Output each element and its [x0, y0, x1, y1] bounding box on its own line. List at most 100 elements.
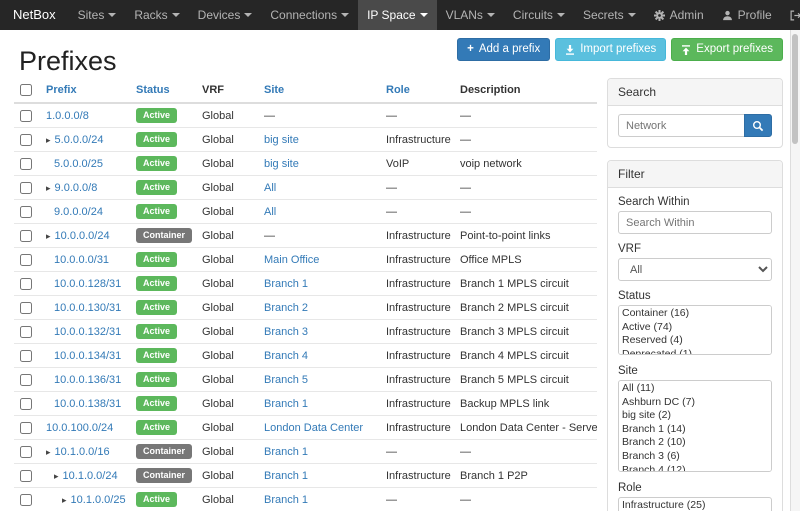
filter-option[interactable]: Deprecated (1): [620, 348, 770, 355]
site-link[interactable]: Branch 1: [264, 398, 308, 410]
filter-option[interactable]: All (11): [620, 382, 770, 396]
nav-item-devices[interactable]: Devices: [189, 0, 262, 30]
row-checkbox[interactable]: [20, 302, 32, 314]
filter-option[interactable]: Active (74): [620, 321, 770, 335]
prefix-link[interactable]: 10.0.0.134/31: [54, 350, 121, 362]
nav-item-secrets[interactable]: Secrets: [574, 0, 645, 30]
prefix-link[interactable]: 10.0.0.128/31: [54, 278, 121, 290]
row-checkbox[interactable]: [20, 206, 32, 218]
export-prefixes-button[interactable]: Export prefixes: [671, 38, 783, 61]
status-badge: Container: [136, 444, 192, 459]
column-header-site[interactable]: Site: [260, 78, 382, 103]
site-link[interactable]: Branch 3: [264, 326, 308, 338]
search-button[interactable]: [744, 114, 772, 137]
site-link[interactable]: big site: [264, 158, 299, 170]
site-filter-select[interactable]: All (11)Ashburn DC (7)big site (2)Branch…: [618, 380, 772, 472]
filter-option[interactable]: Branch 2 (10): [620, 436, 770, 450]
export-icon: [681, 45, 691, 55]
brand-link[interactable]: NetBox: [0, 0, 69, 30]
filter-option[interactable]: Container (16): [620, 307, 770, 321]
import-prefixes-button[interactable]: Import prefixes: [555, 38, 666, 61]
filter-option[interactable]: Infrastructure (25): [620, 499, 770, 511]
row-select-cell: [14, 152, 42, 176]
prefix-link[interactable]: 5.0.0.0/25: [54, 158, 103, 170]
row-checkbox[interactable]: [20, 470, 32, 482]
prefix-link[interactable]: 10.1.0.0/25: [71, 494, 126, 506]
site-link[interactable]: Branch 4: [264, 350, 308, 362]
site-link[interactable]: Branch 1: [264, 278, 308, 290]
filter-option[interactable]: Branch 3 (6): [620, 450, 770, 464]
site-link[interactable]: Branch 5: [264, 374, 308, 386]
prefix-link[interactable]: 10.0.0.0/24: [55, 230, 110, 242]
row-checkbox[interactable]: [20, 134, 32, 146]
filter-option[interactable]: Branch 4 (12): [620, 464, 770, 472]
row-checkbox[interactable]: [20, 182, 32, 194]
site-link[interactable]: Branch 2: [264, 302, 308, 314]
prefix-link[interactable]: 10.0.0.0/31: [54, 254, 109, 266]
filter-option[interactable]: big site (2): [620, 409, 770, 423]
button-label: Import prefixes: [580, 43, 656, 56]
nav-item-racks[interactable]: Racks: [125, 0, 188, 30]
row-checkbox[interactable]: [20, 158, 32, 170]
row-checkbox[interactable]: [20, 398, 32, 410]
row-checkbox[interactable]: [20, 374, 32, 386]
row-checkbox[interactable]: [20, 230, 32, 242]
site-link[interactable]: Main Office: [264, 254, 319, 266]
row-checkbox[interactable]: [20, 278, 32, 290]
row-checkbox[interactable]: [20, 446, 32, 458]
prefix-link[interactable]: 1.0.0.0/8: [46, 110, 89, 122]
nav-item-vlans[interactable]: VLANs: [437, 0, 504, 30]
page-scrollbar[interactable]: [790, 30, 800, 511]
prefix-link[interactable]: 5.0.0.0/24: [55, 134, 104, 146]
site-link[interactable]: All: [264, 182, 276, 194]
add-prefix-button[interactable]: + Add a prefix: [457, 38, 550, 61]
nav-item-circuits[interactable]: Circuits: [504, 0, 574, 30]
role-filter-select[interactable]: Infrastructure (25)Management (8)Private…: [618, 497, 772, 511]
filter-option[interactable]: Branch 1 (14): [620, 423, 770, 437]
column-header-status[interactable]: Status: [132, 78, 198, 103]
prefix-link[interactable]: 10.1.0.0/16: [55, 446, 110, 458]
nav-item-sites[interactable]: Sites: [69, 0, 126, 30]
filter-option[interactable]: Reserved (4): [620, 334, 770, 348]
site-link[interactable]: big site: [264, 134, 299, 146]
prefix-link[interactable]: 10.0.0.136/31: [54, 374, 121, 386]
search-within-input[interactable]: [618, 211, 772, 234]
scrollbar-thumb[interactable]: [792, 34, 798, 144]
site-link[interactable]: Branch 1: [264, 446, 308, 458]
row-checkbox[interactable]: [20, 110, 32, 122]
row-checkbox[interactable]: [20, 254, 32, 266]
search-panel: Search: [607, 78, 783, 148]
expand-caret-icon: ▸: [62, 495, 67, 505]
filter-option[interactable]: Ashburn DC (7): [620, 396, 770, 410]
row-checkbox[interactable]: [20, 326, 32, 338]
prefix-link[interactable]: 10.0.0.132/31: [54, 326, 121, 338]
role-cell: VoIP: [382, 152, 456, 176]
nav-item-logout[interactable]: Log out: [781, 0, 800, 30]
site-link[interactable]: London Data Center: [264, 422, 363, 434]
row-checkbox[interactable]: [20, 350, 32, 362]
nav-item-connections[interactable]: Connections: [261, 0, 358, 30]
table-row: 10.0.0.134/31ActiveGlobalBranch 4Infrast…: [14, 344, 597, 368]
row-checkbox[interactable]: [20, 422, 32, 434]
site-link[interactable]: Branch 1: [264, 470, 308, 482]
nav-item-admin[interactable]: Admin: [645, 0, 713, 30]
row-checkbox[interactable]: [20, 494, 32, 506]
column-header-role[interactable]: Role: [382, 78, 456, 103]
prefix-link[interactable]: 9.0.0.0/24: [54, 206, 103, 218]
prefix-link[interactable]: 10.0.0.138/31: [54, 398, 121, 410]
site-cell: Branch 5: [260, 368, 382, 392]
prefix-link[interactable]: 10.0.100.0/24: [46, 422, 113, 434]
status-filter-select[interactable]: Container (16)Active (74)Reserved (4)Dep…: [618, 305, 772, 355]
prefix-link[interactable]: 9.0.0.0/8: [55, 182, 98, 194]
prefix-link[interactable]: 10.0.0.130/31: [54, 302, 121, 314]
prefix-link[interactable]: 10.1.0.0/24: [63, 470, 118, 482]
select-all-checkbox[interactable]: [20, 84, 32, 96]
search-input[interactable]: [618, 114, 744, 137]
nav-item-profile[interactable]: Profile: [713, 0, 781, 30]
column-header-prefix[interactable]: Prefix: [42, 78, 132, 103]
site-link[interactable]: Branch 1: [264, 494, 308, 506]
prefix-cell: 10.0.0.0/31: [42, 248, 132, 272]
vrf-filter-select[interactable]: All: [618, 258, 772, 281]
site-link[interactable]: All: [264, 206, 276, 218]
nav-item-ip-space[interactable]: IP Space: [358, 0, 436, 30]
